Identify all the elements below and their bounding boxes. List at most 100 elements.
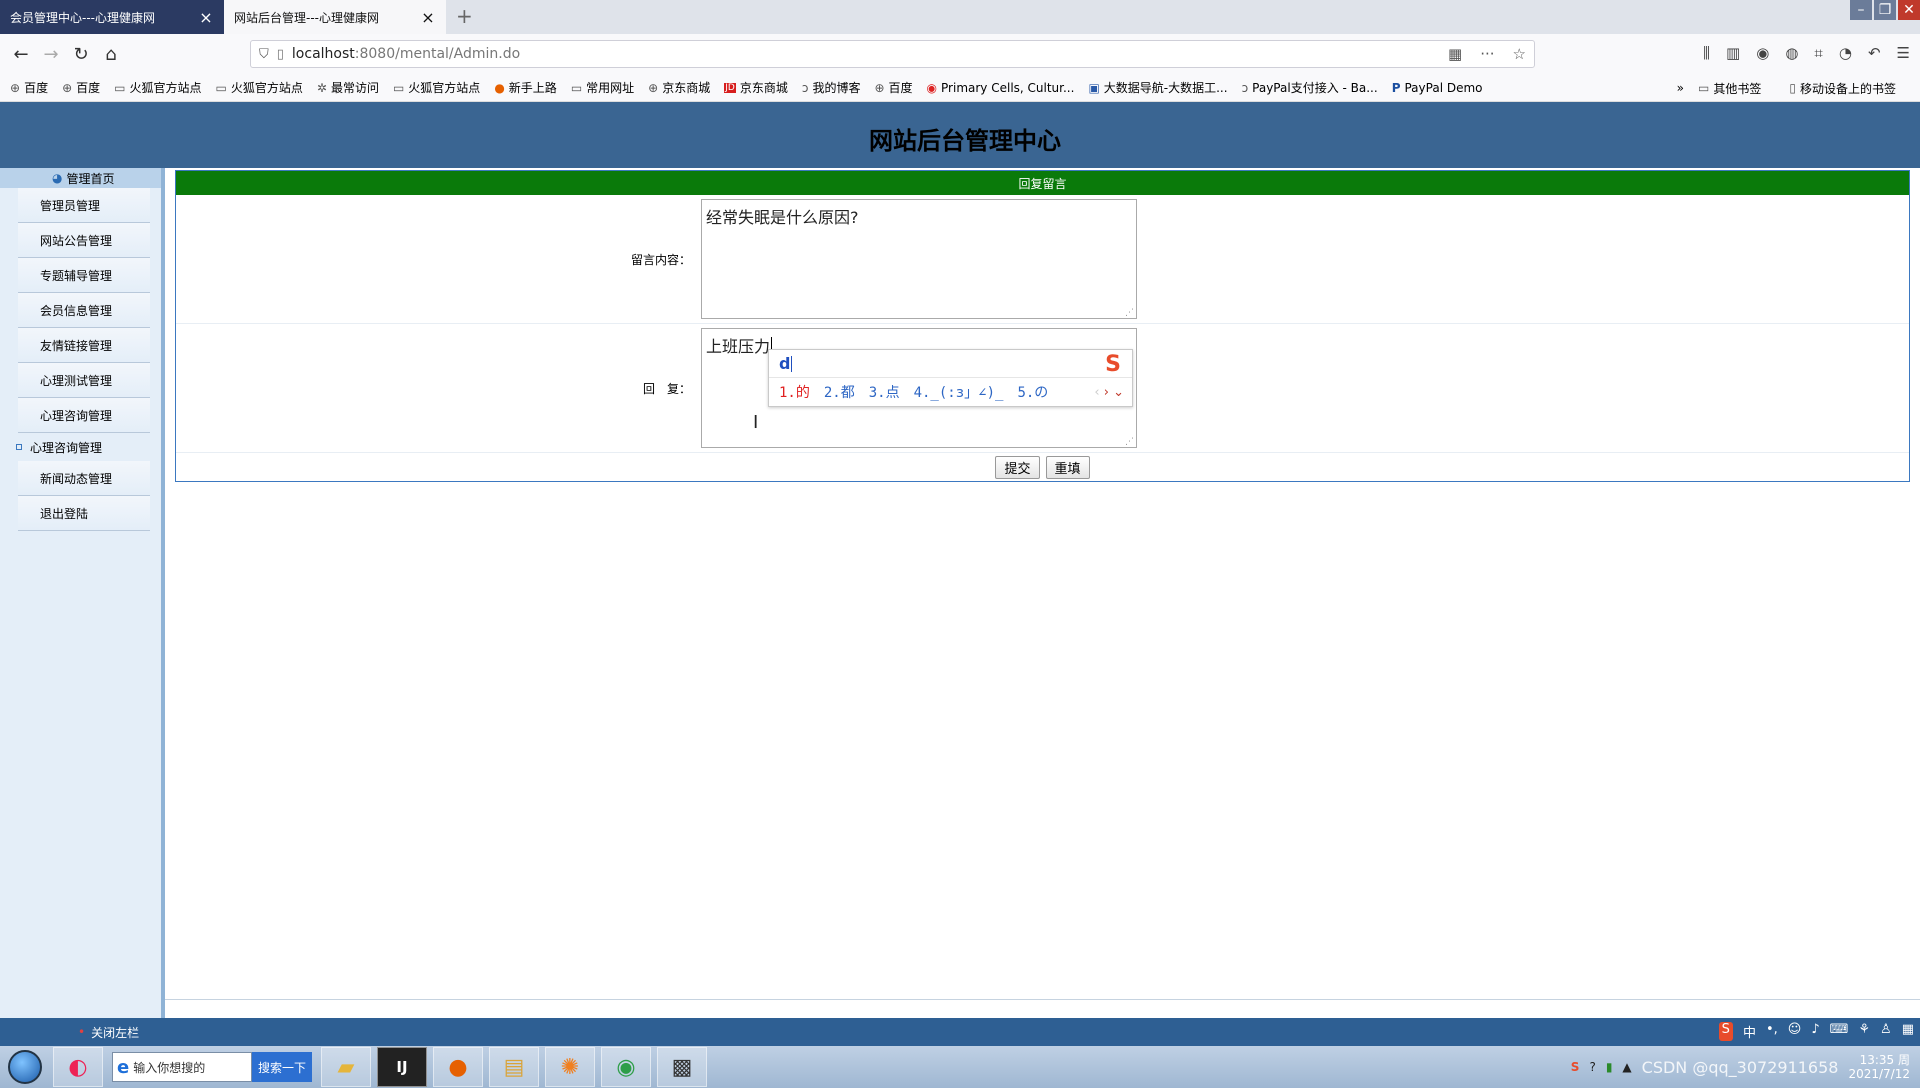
sidebar-item-links[interactable]: 友情链接管理 (18, 328, 150, 363)
message-textarea[interactable]: 经常失眠是什么原因? ⋰ (701, 199, 1137, 319)
sidebar-item-members[interactable]: 会员信息管理 (18, 293, 150, 328)
close-icon[interactable]: × (420, 8, 436, 27)
text-cursor-icon: Ι (753, 412, 759, 433)
bookmark-item[interactable]: ⊕ 百度 (10, 79, 48, 96)
submit-button[interactable]: 提交 (995, 455, 1040, 479)
reload-icon[interactable]: ↻ (66, 44, 96, 65)
bookmark-star-icon[interactable]: ☆ (1513, 45, 1526, 63)
bookmark-item[interactable]: ● 新手上路 (494, 79, 557, 96)
mic-icon[interactable]: ♪ (1811, 1022, 1819, 1041)
sidebar-item-news[interactable]: 新闻动态管理 (18, 461, 150, 496)
tab-member-center[interactable]: 会员管理中心---心理健康网 × (0, 0, 224, 34)
ime-prev-icon[interactable]: ‹ (1094, 385, 1099, 400)
sidebar-home[interactable]: ◕ 管理首页 (0, 168, 161, 188)
page-info-icon[interactable]: ▯ (277, 47, 284, 62)
close-sidebar-link[interactable]: 关闭左栏 (91, 1024, 139, 1041)
ime-expand-icon[interactable]: ⌄ (1113, 385, 1124, 400)
sidebar-item-announcements[interactable]: 网站公告管理 (18, 223, 150, 258)
library-icon[interactable]: ⫼ (1703, 44, 1710, 62)
grid-icon[interactable]: ▦ (1902, 1022, 1914, 1041)
undo-icon[interactable]: ↶ (1868, 44, 1881, 62)
bookmark-item[interactable]: ▭ 常用网址 (571, 79, 634, 96)
ime-page-arrows: ‹ › ⌄ (1094, 385, 1124, 400)
ime-candidate[interactable]: 1.的 (779, 382, 810, 402)
shirt-icon[interactable]: ♙ (1880, 1022, 1892, 1041)
sidebar-icon[interactable]: ▥ (1726, 44, 1740, 62)
sidebar-item-consult[interactable]: 心理咨询管理 (18, 398, 150, 433)
jd-icon: JD (724, 82, 736, 93)
sogou-icon[interactable]: S (1718, 1022, 1733, 1041)
url-bar[interactable]: ⛉ ▯ localhost:8080/mental/Admin.do ▦ ···… (250, 40, 1535, 68)
bookmark-item[interactable]: ↄ 我的博客 (802, 79, 861, 96)
ime-candidate[interactable]: 5.の (1017, 382, 1048, 402)
start-button[interactable] (0, 1047, 50, 1087)
battery-icon[interactable]: ▮ (1606, 1060, 1613, 1074)
keyboard-icon[interactable]: ⌨ (1830, 1022, 1849, 1041)
bookmark-item[interactable]: ⊕ 京东商城 (648, 79, 710, 96)
bookmark-item[interactable]: ▭ 火狐官方站点 (114, 79, 201, 96)
minimize-icon[interactable]: – (1850, 0, 1872, 20)
menu-icon[interactable]: ☰ (1897, 44, 1910, 62)
bookmark-item[interactable]: ◉ Primary Cells, Cultur... (927, 81, 1075, 95)
ime-candidate[interactable]: 4._(:з」∠)_ (914, 382, 1004, 402)
bookmark-item[interactable]: ▭ 火狐官方站点 (393, 79, 480, 96)
punctuation-icon[interactable]: •, (1766, 1022, 1778, 1041)
ime-candidate[interactable]: 3.点 (869, 382, 900, 402)
maximize-icon[interactable]: ❐ (1874, 0, 1896, 20)
sidebar-item-tutoring[interactable]: 专题辅导管理 (18, 258, 150, 293)
file-manager-icon[interactable]: ▤ (489, 1047, 540, 1087)
bookmark-item[interactable]: ✲ 最常访问 (317, 79, 379, 96)
ime-next-icon[interactable]: › (1104, 385, 1109, 400)
window-close-icon[interactable]: ✕ (1898, 0, 1920, 20)
bookmark-item[interactable]: JD 京东商城 (724, 79, 788, 96)
app-orange-icon[interactable]: ✺ (545, 1047, 596, 1087)
ime-mode-indicator[interactable]: 中 (1743, 1022, 1756, 1041)
sogou-tray-icon[interactable]: S (1571, 1060, 1580, 1074)
resize-grip-icon[interactable]: ⋰ (1125, 437, 1134, 447)
sidebar-subitem-consult[interactable]: 心理咨询管理 (16, 433, 150, 461)
more-bookmarks-icon[interactable]: » (1677, 81, 1684, 95)
back-icon[interactable]: ← (6, 44, 36, 65)
other-bookmarks[interactable]: ▭ 其他书签 (1698, 80, 1761, 97)
ime-candidates: 1.的 2.都 3.点 4._(:з」∠)_ 5.の (769, 378, 1132, 406)
skin-icon[interactable]: ⚘ (1858, 1022, 1870, 1041)
taskbar-search-button[interactable]: 搜索一下 (252, 1052, 313, 1082)
sidebar-item-admin[interactable]: 管理员管理 (18, 188, 150, 223)
sidebar-item-tests[interactable]: 心理测试管理 (18, 363, 150, 398)
tool-icon[interactable]: ▩ (657, 1047, 708, 1087)
bookmark-item[interactable]: ⊕ 百度 (874, 79, 912, 96)
chat-icon[interactable]: ◔ (1839, 44, 1852, 62)
help-icon[interactable]: ? (1589, 1060, 1595, 1074)
account-icon[interactable]: ◉ (1756, 44, 1769, 62)
firefox-taskbar-icon[interactable]: ● (433, 1047, 484, 1087)
bookmark-item[interactable]: ⊕ 百度 (62, 79, 100, 96)
forward-icon[interactable]: → (36, 44, 66, 65)
more-actions-icon[interactable]: ··· (1480, 45, 1494, 63)
close-icon[interactable]: × (198, 8, 214, 27)
mobile-bookmarks[interactable]: ▯ 移动设备上的书签 (1789, 80, 1896, 97)
show-hidden-icon[interactable]: ▲ (1622, 1060, 1631, 1074)
bookmark-item[interactable]: ▭ 火狐官方站点 (216, 79, 303, 96)
explorer-icon[interactable]: ▰ (321, 1047, 372, 1087)
bookmark-item[interactable]: ▣ 大数据导航-大数据工... (1088, 79, 1227, 96)
url-text[interactable]: localhost:8080/mental/Admin.do (292, 46, 1448, 62)
bookmark-item[interactable]: P PayPal Demo (1392, 81, 1483, 95)
qq-pinyin-icon[interactable]: ◐ (53, 1047, 103, 1087)
globe-extension-icon[interactable]: ◍ (1785, 44, 1798, 62)
shield-icon[interactable]: ⛉ (259, 47, 269, 62)
taskbar-search-input[interactable]: e 输入你想搜的 (112, 1052, 252, 1082)
resize-grip-icon[interactable]: ⋰ (1125, 308, 1134, 318)
chrome-icon[interactable]: ◉ (601, 1047, 652, 1087)
home-icon[interactable]: ⌂ (96, 44, 126, 65)
tab-admin[interactable]: 网站后台管理---心理健康网 × (224, 0, 446, 34)
emoji-icon[interactable]: ☺ (1788, 1022, 1802, 1041)
intellij-icon[interactable]: IJ (377, 1047, 428, 1087)
sidebar-item-logout[interactable]: 退出登陆 (18, 496, 150, 531)
qr-code-icon[interactable]: ▦ (1448, 45, 1462, 63)
crop-icon[interactable]: ⌗ (1814, 44, 1822, 62)
ime-candidate[interactable]: 2.都 (824, 382, 855, 402)
bookmark-item[interactable]: ↄ PayPal支付接入 - Ba... (1242, 79, 1378, 96)
reset-button[interactable]: 重填 (1045, 455, 1090, 479)
new-tab-button[interactable]: + (456, 4, 473, 28)
clock[interactable]: 13:35 周 2021/7/12 (1848, 1053, 1910, 1081)
